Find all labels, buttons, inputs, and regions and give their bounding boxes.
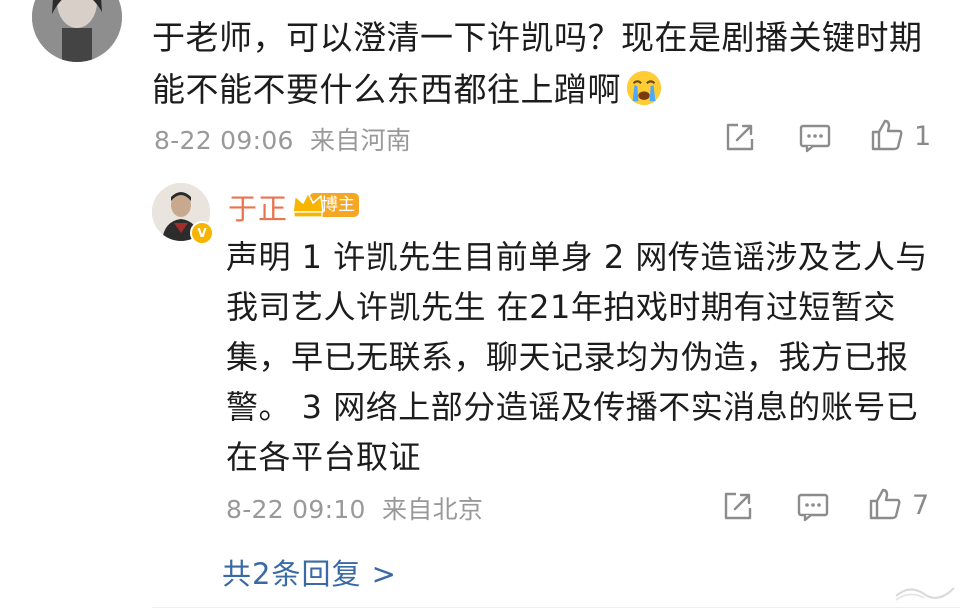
view-more-replies-link[interactable]: 共2条回复 >: [222, 551, 397, 593]
reply-line-3: 集，早已无联系，聊天记录均为伪造，我方已报: [226, 338, 909, 376]
comment-icon[interactable]: [798, 120, 832, 154]
comment-line-2-text: 能不能不要什么东西都往上蹭啊: [152, 70, 621, 109]
comment-date: 8-22 09:06: [154, 126, 294, 155]
reply-source: 来自北京: [381, 495, 484, 524]
reply-author-name[interactable]: 于正: [228, 186, 288, 228]
comment-line-1: 于老师，可以澄清一下许凯吗？现在是剧播关键时期: [152, 18, 923, 57]
reply-body: 声明 1 许凯先生目前单身 2 网传造谣涉及艺人与 我司艺人许凯先生 在21年拍…: [226, 232, 936, 482]
reply-like-count: 7: [912, 490, 930, 521]
comment-body: 于老师，可以澄清一下许凯吗？现在是剧播关键时期 能不能不要什么东西都往上蹭啊: [152, 12, 942, 116]
reply-line-5: 在各平台取证: [226, 438, 422, 476]
reply-date: 8-22 09:10: [226, 495, 366, 524]
reply-meta: 8-22 09:10 来自北京: [226, 490, 483, 526]
reply-line-1: 声明 1 许凯先生目前单身 2 网传造谣涉及艺人与: [226, 238, 928, 276]
like-icon[interactable]: [868, 487, 902, 521]
comment-meta: 8-22 09:06 来自河南: [154, 121, 411, 157]
divider: [152, 607, 960, 608]
share-icon[interactable]: [723, 120, 757, 154]
comment-line-2: 能不能不要什么东西都往上蹭啊: [152, 64, 942, 116]
crying-face-emoji-icon: [625, 69, 663, 107]
like-icon[interactable]: [870, 118, 904, 152]
share-icon[interactable]: [721, 489, 755, 523]
reply-line-2: 我司艺人许凯先生 在21年拍戏时期有过短暂交: [226, 288, 896, 326]
comment-like-count: 1: [914, 121, 932, 152]
comment-icon[interactable]: [796, 489, 830, 523]
watermark-icon: [890, 578, 960, 606]
author-badge-label: 博主: [321, 195, 355, 215]
commenter-avatar[interactable]: [32, 0, 122, 62]
verified-v-icon: V: [190, 221, 214, 245]
reply-line-4: 警。 3 网络上部分造谣及传播不实消息的账号已: [226, 388, 919, 426]
comment-source: 来自河南: [309, 126, 412, 155]
